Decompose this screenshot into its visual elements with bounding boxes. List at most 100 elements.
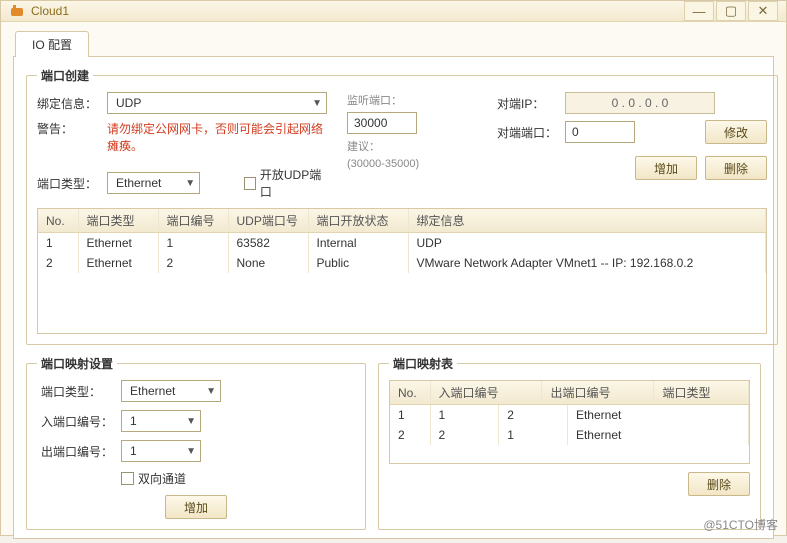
col-num: 端口编号 (158, 209, 228, 233)
map-type-select[interactable]: Ethernet ▼ (121, 380, 221, 402)
chevron-down-icon: ▼ (186, 416, 196, 427)
tab-io-config[interactable]: IO 配置 (15, 31, 89, 57)
chevron-down-icon: ▼ (206, 386, 216, 397)
cell: 63582 (228, 233, 308, 253)
group-map-table-legend: 端口映射表 (389, 355, 457, 372)
client-area: IO 配置 端口创建 绑定信息： UDP ▼ (1, 22, 786, 543)
chevron-down-icon: ▼ (185, 178, 195, 189)
cell: 1 (390, 405, 430, 425)
cell: 1 (499, 425, 568, 445)
cell: Ethernet (78, 233, 158, 253)
peer-ip-label: 对端IP： (497, 95, 557, 112)
port-table: No. 端口类型 端口编号 UDP端口号 端口开放状态 绑定信息 (37, 208, 767, 334)
checkbox-box-icon (121, 472, 134, 485)
col-type: 端口类型 (78, 209, 158, 233)
cell: 2 (158, 253, 228, 273)
chevron-down-icon: ▼ (312, 98, 322, 109)
in-port-select[interactable]: 1 ▼ (121, 410, 201, 432)
cell: None (228, 253, 308, 273)
port-type-value: Ethernet (116, 176, 161, 190)
cell: 2 (38, 253, 78, 273)
cell: 2 (390, 425, 430, 445)
col-udp: UDP端口号 (228, 209, 308, 233)
col-bind: 绑定信息 (408, 209, 766, 233)
cell: Public (308, 253, 408, 273)
peer-ip-input[interactable]: 0 . 0 . 0 . 0 (565, 92, 715, 114)
cell: Ethernet (567, 425, 748, 445)
port-table-header-row: No. 端口类型 端口编号 UDP端口号 端口开放状态 绑定信息 (38, 209, 766, 233)
cell: UDP (408, 233, 766, 253)
bidir-checkbox[interactable]: 双向通道 (121, 470, 355, 487)
cell: 1 (430, 405, 499, 425)
warning-label: 警告： (37, 120, 99, 137)
group-map-settings: 端口映射设置 端口类型： Ethernet ▼ 入端口编号： 1 ▼ 出端口编号… (26, 355, 366, 530)
group-port-create-legend: 端口创建 (37, 67, 93, 84)
app-icon (9, 3, 25, 19)
map-type-value: Ethernet (130, 384, 175, 398)
checkbox-box-icon (244, 177, 256, 190)
add-map-button[interactable]: 增加 (165, 495, 227, 519)
cell: 1 (38, 233, 78, 253)
out-port-select[interactable]: 1 ▼ (121, 440, 201, 462)
mcol-type: 端口类型 (654, 381, 749, 405)
map-type-label: 端口类型： (41, 383, 121, 400)
port-type-select[interactable]: Ethernet ▼ (107, 172, 200, 194)
open-udp-label: 开放UDP端口 (260, 166, 327, 200)
cell: 2 (430, 425, 499, 445)
app-window: Cloud1 — ▢ ✕ IO 配置 端口创建 绑定信息： UDP (0, 0, 787, 536)
group-map-settings-legend: 端口映射设置 (37, 355, 117, 372)
bind-info-value: UDP (116, 96, 141, 110)
table-row[interactable]: 2 2 1 Ethernet (390, 425, 749, 445)
bind-info-select[interactable]: UDP ▼ (107, 92, 327, 114)
peer-port-input[interactable]: 0 (565, 121, 635, 143)
map-table: No. 入端口编号 出端口编号 端口类型 1 (389, 380, 750, 464)
open-udp-checkbox[interactable]: 开放UDP端口 (244, 166, 327, 200)
listen-port-input[interactable]: 30000 (347, 112, 417, 134)
close-button[interactable]: ✕ (748, 1, 778, 21)
peer-port-value: 0 (572, 125, 579, 139)
port-type-label: 端口类型： (37, 175, 99, 192)
delete-port-button[interactable]: 删除 (705, 156, 767, 180)
maximize-button[interactable]: ▢ (716, 1, 746, 21)
table-row[interactable]: 1 Ethernet 1 63582 Internal UDP (38, 233, 766, 253)
suggest-range: (30000-35000) (347, 158, 477, 170)
peer-port-label: 对端端口： (497, 124, 557, 141)
listen-port-value: 30000 (354, 116, 387, 130)
tab-content: 端口创建 绑定信息： UDP ▼ 警告： 请勿绑定 (13, 56, 774, 539)
cell: Ethernet (567, 405, 748, 425)
window-title: Cloud1 (31, 4, 69, 18)
group-map-table: 端口映射表 No. 入端口编号 出端口编号 端口类型 (378, 355, 761, 530)
titlebar: Cloud1 — ▢ ✕ (1, 1, 786, 22)
peer-ip-value: 0 . 0 . 0 . 0 (612, 96, 669, 110)
col-state: 端口开放状态 (308, 209, 408, 233)
minimize-button[interactable]: — (684, 1, 714, 21)
table-row[interactable]: 2 Ethernet 2 None Public VMware Network … (38, 253, 766, 273)
bidir-label: 双向通道 (138, 470, 186, 487)
bind-info-label: 绑定信息： (37, 95, 99, 112)
mcol-no: No. (390, 381, 430, 405)
tab-strip: IO 配置 (13, 30, 774, 56)
modify-button[interactable]: 修改 (705, 120, 767, 144)
col-no: No. (38, 209, 78, 233)
mcol-in: 入端口编号 (430, 381, 542, 405)
delete-map-button[interactable]: 删除 (688, 472, 750, 496)
cell: 1 (158, 233, 228, 253)
suggest-label: 建议： (347, 138, 477, 154)
out-port-label: 出端口编号： (41, 443, 121, 460)
group-port-create: 端口创建 绑定信息： UDP ▼ 警告： 请勿绑定 (26, 67, 778, 345)
cell: Internal (308, 233, 408, 253)
cell: Ethernet (78, 253, 158, 273)
cell: 2 (499, 405, 568, 425)
cell: VMware Network Adapter VMnet1 -- IP: 192… (408, 253, 766, 273)
in-port-label: 入端口编号： (41, 413, 121, 430)
watermark: @51CTO博客 (703, 516, 778, 533)
table-row[interactable]: 1 1 2 Ethernet (390, 405, 749, 425)
in-port-value: 1 (130, 414, 137, 428)
map-table-header-row: No. 入端口编号 出端口编号 端口类型 (390, 381, 749, 405)
mcol-out: 出端口编号 (542, 381, 654, 405)
listen-port-label: 监听端口： (347, 92, 477, 108)
warning-text: 请勿绑定公网网卡，否则可能会引起网络瘫痪。 (107, 120, 327, 154)
add-port-button[interactable]: 增加 (635, 156, 697, 180)
out-port-value: 1 (130, 444, 137, 458)
chevron-down-icon: ▼ (186, 446, 196, 457)
